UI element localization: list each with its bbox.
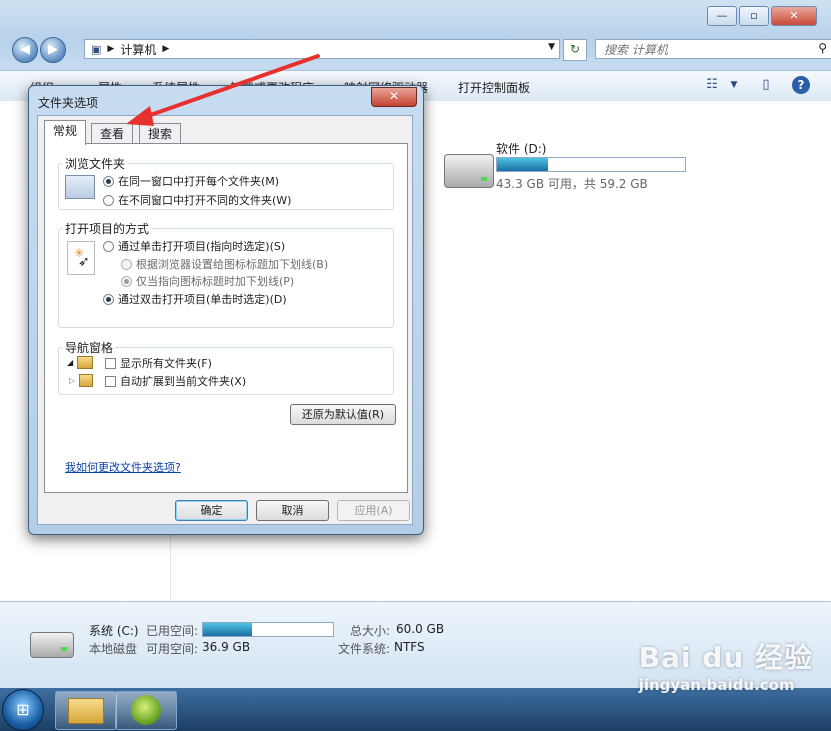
preview-pane-icon[interactable]: ▯	[756, 76, 776, 94]
tab-view[interactable]: 查看	[91, 123, 134, 144]
status-total-value: 60.0 GB	[396, 622, 445, 636]
search-input[interactable]	[602, 41, 806, 59]
window-controls: — ▫ ✕	[707, 6, 817, 26]
option-label: 根据浏览器设置给图标标题加下划线(B)	[136, 258, 329, 271]
status-fs-value: NTFS	[394, 640, 425, 654]
navigation-row: ◀ ▶ ▣ ▶ 计算机 ▶ ▼ ↻ ⚲	[10, 37, 831, 63]
breadcrumb-computer[interactable]: 计算机	[120, 41, 156, 58]
radio-button[interactable]	[103, 175, 114, 187]
folder-icon	[77, 356, 93, 369]
status-free-value: 36.9 GB	[202, 640, 251, 654]
taskbar-app[interactable]	[115, 691, 177, 730]
maximize-button[interactable]: ▫	[739, 6, 769, 26]
tab-search[interactable]: 搜索	[139, 123, 182, 144]
baidu-watermark: Bai du 经验 jingyan.baidu.com	[639, 636, 813, 694]
drive-d-name: 软件 (D:)	[496, 142, 547, 156]
underline-hover-option[interactable]: 仅当指向图标标题时加下划线(P)	[121, 273, 294, 289]
double-click-option[interactable]: 通过双击打开项目(单击时选定)(D)	[103, 291, 287, 307]
refresh-button[interactable]: ↻	[563, 39, 587, 61]
taskbar-explorer[interactable]	[55, 691, 117, 730]
close-button[interactable]: ✕	[771, 6, 817, 26]
search-box[interactable]: ⚲	[595, 39, 831, 59]
browse-same-window-option[interactable]: 在同一窗口中打开每个文件夹(M)	[103, 173, 279, 189]
taskbar: ⊞	[0, 688, 831, 731]
browse-new-window-option[interactable]: 在不同窗口中打开不同的文件夹(W)	[103, 192, 291, 208]
drive-d-usage-bar	[496, 157, 686, 172]
help-link[interactable]: 我如何更改文件夹选项?	[65, 459, 181, 475]
chevron-down-icon[interactable]: ▼	[548, 42, 555, 52]
restore-defaults-button[interactable]: 还原为默认值(R)	[290, 404, 396, 425]
chevron-down-icon[interactable]: ▼	[724, 76, 744, 94]
apply-button[interactable]: 应用(A)	[337, 500, 410, 521]
collapsed-triangle-icon[interactable]: ▷	[69, 376, 75, 385]
dialog-close-button[interactable]: ✕	[371, 87, 417, 107]
status-drive-type: 本地磁盘	[89, 642, 138, 656]
folder-options-dialog: 文件夹选项 ✕ 常规 查看 搜索 浏览文件夹 在同一窗口中打开每个文件夹(M) …	[28, 85, 424, 535]
help-icon[interactable]: ?	[792, 76, 810, 94]
hard-drive-icon	[444, 154, 494, 188]
option-label: 通过双击打开项目(单击时选定)(D)	[118, 293, 287, 306]
checkbox[interactable]	[105, 357, 116, 369]
show-all-folders-option[interactable]: 显示所有文件夹(F)	[105, 355, 212, 371]
folder-icon	[79, 374, 93, 387]
option-label: 仅当指向图标标题时加下划线(P)	[136, 275, 295, 288]
status-used-label: 已用空间:	[146, 624, 199, 638]
view-options-icon[interactable]: ☷	[702, 76, 722, 94]
status-drive-name: 系统 (C:)	[89, 624, 139, 638]
radio-button[interactable]	[121, 275, 132, 287]
option-label: 在同一窗口中打开每个文件夹(M)	[118, 175, 280, 188]
option-label: 显示所有文件夹(F)	[120, 357, 212, 370]
radio-button[interactable]	[121, 258, 132, 270]
expanded-triangle-icon[interactable]: ◢	[67, 358, 73, 367]
cancel-button[interactable]: 取消	[256, 500, 329, 521]
status-total-label: 总大小:	[350, 624, 391, 638]
radio-button[interactable]	[103, 293, 114, 305]
radio-button[interactable]	[103, 194, 114, 206]
drive-d-free-text: 43.3 GB 可用，共 59.2 GB	[496, 177, 648, 191]
computer-icon: ▣	[91, 42, 102, 56]
drive-d-item[interactable]: 软件 (D:) 43.3 GB 可用，共 59.2 GB	[440, 138, 740, 198]
option-label: 通过单击打开项目(指向时选定)(S)	[118, 240, 286, 253]
status-usage-fill	[203, 623, 253, 636]
checkbox[interactable]	[105, 375, 116, 387]
chevron-right-icon[interactable]: ▶	[162, 44, 169, 54]
auto-expand-option[interactable]: 自动扩展到当前文件夹(X)	[105, 373, 246, 389]
folder-icon	[68, 698, 104, 724]
status-free-label: 可用空间:	[146, 642, 199, 656]
status-usage-bar	[202, 622, 334, 637]
option-label: 在不同窗口中打开不同的文件夹(W)	[118, 194, 292, 207]
drive-d-usage-fill	[497, 158, 548, 171]
watermark-url: jingyan.baidu.com	[638, 676, 795, 694]
back-button[interactable]: ◀	[12, 37, 38, 63]
ok-button[interactable]: 确定	[175, 500, 248, 521]
address-bar[interactable]: ▣ ▶ 计算机 ▶ ▼	[84, 39, 560, 59]
bamboo-app-icon	[131, 695, 161, 725]
start-button[interactable]: ⊞	[2, 689, 44, 731]
tab-general[interactable]: 常规	[44, 120, 87, 145]
dialog-body: 常规 查看 搜索 浏览文件夹 在同一窗口中打开每个文件夹(M) 在不同窗口中打开…	[37, 115, 413, 525]
open-control-panel-button[interactable]: 打开控制面板	[458, 79, 530, 96]
underline-browser-option[interactable]: 根据浏览器设置给图标标题加下划线(B)	[121, 256, 328, 272]
option-label: 自动扩展到当前文件夹(X)	[120, 375, 247, 388]
search-icon[interactable]: ⚲	[818, 41, 827, 55]
hard-drive-icon	[30, 632, 74, 658]
general-tab-panel: 浏览文件夹 在同一窗口中打开每个文件夹(M) 在不同窗口中打开不同的文件夹(W)…	[44, 143, 408, 493]
watermark-logo: Bai du 经验	[638, 641, 813, 674]
browse-group-title: 浏览文件夹	[65, 157, 126, 171]
pointer-icon: ✳ ➶	[67, 241, 95, 275]
minimize-button[interactable]: —	[707, 6, 737, 26]
window-icon	[65, 175, 95, 199]
radio-button[interactable]	[103, 240, 114, 252]
status-fs-label: 文件系统:	[338, 642, 391, 656]
dialog-title: 文件夹选项	[38, 96, 99, 110]
chevron-right-icon[interactable]: ▶	[107, 44, 114, 54]
click-group-title: 打开项目的方式	[65, 222, 150, 236]
single-click-option[interactable]: 通过单击打开项目(指向时选定)(S)	[103, 238, 285, 254]
nav-group-title: 导航窗格	[65, 341, 114, 355]
forward-button[interactable]: ▶	[40, 37, 66, 63]
